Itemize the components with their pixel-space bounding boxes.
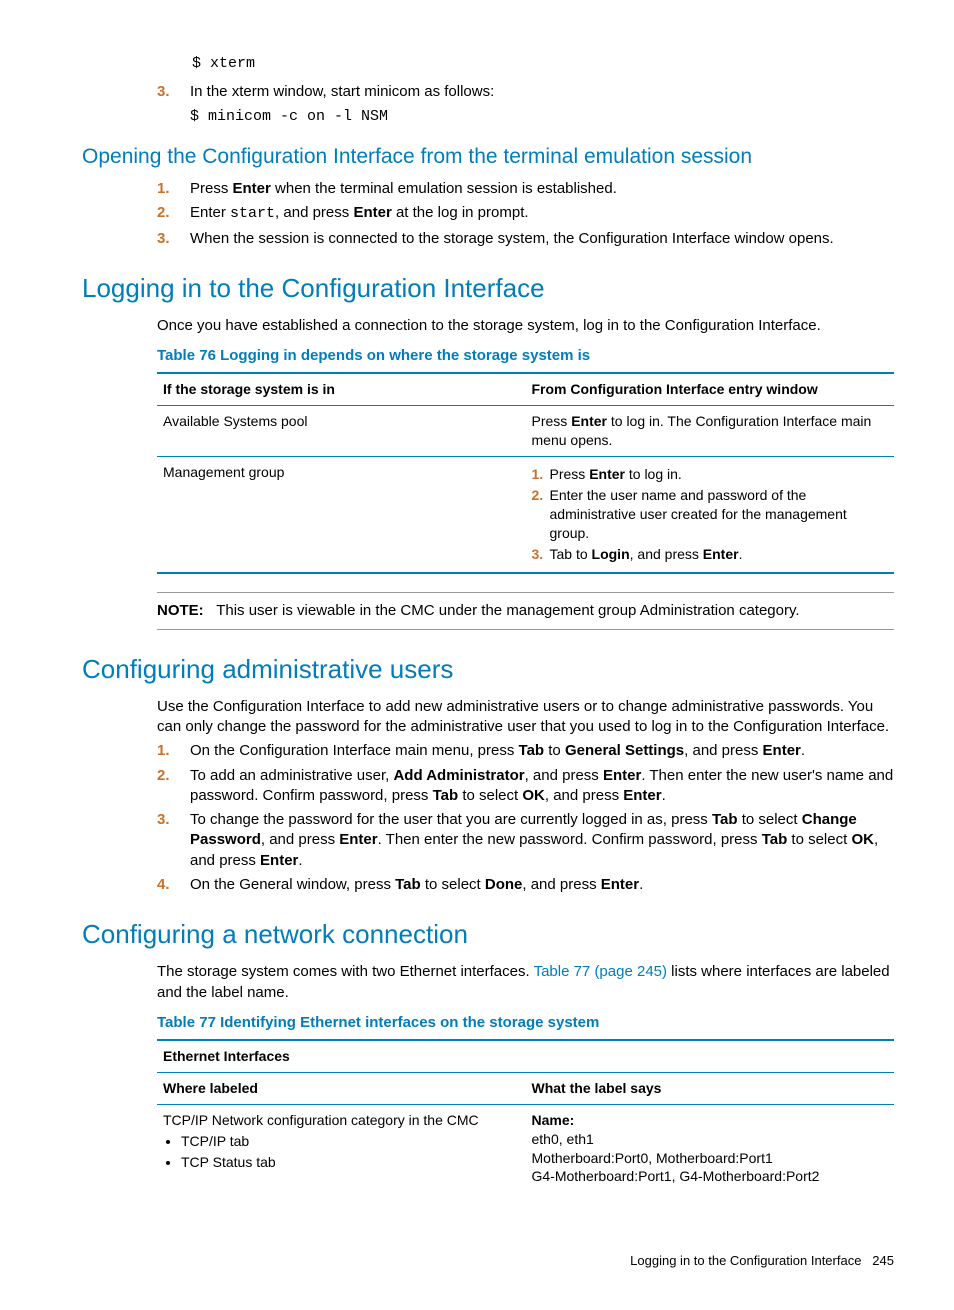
code-line: $ xterm [192, 54, 894, 74]
table-77: Ethernet Interfaces Where labeled What t… [157, 1039, 894, 1192]
table-77-caption: Table 77 Identifying Ethernet interfaces… [157, 1013, 894, 1033]
step-text: Press Enter when the terminal emulation … [190, 180, 617, 197]
footer-title: Logging in to the Configuration Interfac… [630, 1253, 861, 1268]
list-item: 1.Press Enter to log in. [532, 465, 889, 484]
list-item: 2.Enter the user name and password of th… [532, 486, 889, 543]
table-cell: Available Systems pool [157, 406, 526, 457]
heading-network: Configuring a network connection [82, 917, 894, 952]
top-step-list: 3. In the xterm window, start minicom as… [157, 82, 894, 127]
list-item: 2. To add an administrative user, Add Ad… [157, 766, 894, 807]
table-cell: Management group [157, 457, 526, 573]
step-text: In the xterm window, start minicom as fo… [190, 83, 494, 100]
list-item: 1. Press Enter when the terminal emulati… [157, 179, 894, 199]
step-number: 3. [157, 810, 170, 830]
list-item: 3.Tab to Login, and press Enter. [532, 545, 889, 564]
table-group-header: Ethernet Interfaces [157, 1040, 894, 1072]
step-number: 4. [157, 875, 170, 895]
table-header: Where labeled [157, 1072, 526, 1104]
step-number: 1. [157, 179, 170, 199]
list-item: 4. On the General window, press Tab to s… [157, 875, 894, 895]
list-item: 3. When the session is connected to the … [157, 229, 894, 249]
table-header: If the storage system is in [157, 373, 526, 405]
heading-opening-config: Opening the Configuration Interface from… [82, 143, 894, 171]
step-text: To change the password for the user that… [190, 811, 878, 869]
list-item: 3. In the xterm window, start minicom as… [157, 82, 894, 127]
open-steps: 1. Press Enter when the terminal emulati… [157, 179, 894, 249]
step-number: 2. [157, 766, 170, 786]
step-text: On the General window, press Tab to sele… [190, 876, 643, 893]
table-76: If the storage system is in From Configu… [157, 372, 894, 573]
list-item: 1. On the Configuration Interface main m… [157, 741, 894, 761]
sub-list: 1.Press Enter to log in. 2.Enter the use… [532, 465, 889, 563]
table-cell: Name: eth0, eth1 Motherboard:Port0, Moth… [526, 1104, 895, 1192]
paragraph: The storage system comes with two Ethern… [157, 962, 894, 1003]
step-number: 3. [157, 229, 170, 249]
table-cell: 1.Press Enter to log in. 2.Enter the use… [526, 457, 895, 573]
table-header: What the label says [526, 1072, 895, 1104]
paragraph: Once you have established a connection t… [157, 316, 894, 336]
table-header: From Configuration Interface entry windo… [526, 373, 895, 405]
note-block: NOTE: This user is viewable in the CMC u… [157, 592, 894, 630]
table-cell: Press Enter to log in. The Configuration… [526, 406, 895, 457]
list-item: 2. Enter start, and press Enter at the l… [157, 203, 894, 224]
step-text: Enter start, and press Enter at the log … [190, 204, 529, 221]
table-77-link[interactable]: Table 77 (page 245) [534, 963, 667, 980]
bullet-list: TCP/IP tab TCP Status tab [163, 1132, 520, 1172]
page-footer: Logging in to the Configuration Interfac… [82, 1252, 894, 1270]
code-line: $ minicom -c on -l NSM [190, 107, 894, 127]
paragraph: Use the Configuration Interface to add n… [157, 697, 894, 738]
step-number: 3. [157, 82, 170, 102]
list-item: 3. To change the password for the user t… [157, 810, 894, 871]
heading-logging-in: Logging in to the Configuration Interfac… [82, 271, 894, 306]
table-cell: TCP/IP Network configuration category in… [157, 1104, 526, 1192]
heading-admin-users: Configuring administrative users [82, 652, 894, 687]
page-number: 245 [872, 1253, 894, 1268]
table-76-caption: Table 76 Logging in depends on where the… [157, 346, 894, 366]
step-text: To add an administrative user, Add Admin… [190, 767, 893, 804]
step-number: 1. [157, 741, 170, 761]
note-label: NOTE: [157, 602, 204, 619]
step-text: On the Configuration Interface main menu… [190, 742, 805, 759]
step-text: When the session is connected to the sto… [190, 230, 834, 247]
list-item: TCP Status tab [181, 1153, 520, 1172]
list-item: TCP/IP tab [181, 1132, 520, 1151]
admin-steps: 1. On the Configuration Interface main m… [157, 741, 894, 895]
step-number: 2. [157, 203, 170, 223]
note-text: This user is viewable in the CMC under t… [216, 602, 799, 619]
